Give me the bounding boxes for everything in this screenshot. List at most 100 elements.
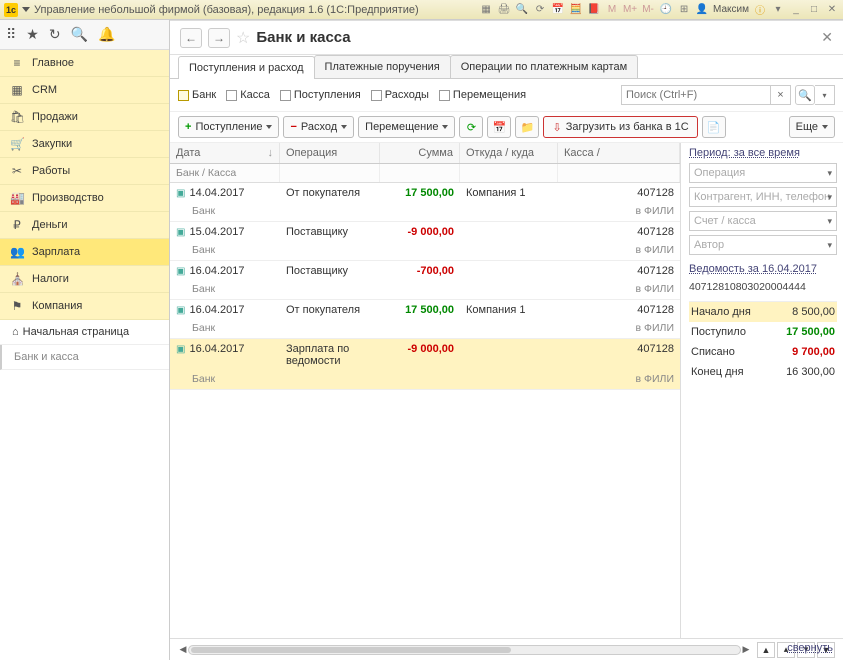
nav-main[interactable]: ≡Главное xyxy=(0,50,169,77)
nav-money[interactable]: ₽Деньги xyxy=(0,212,169,239)
minimize-icon[interactable]: _ xyxy=(789,3,803,17)
toolbar-letter-icon[interactable]: M xyxy=(605,3,619,17)
col-where[interactable]: Откуда / куда xyxy=(460,143,558,163)
contractor-filter-select[interactable]: Контрагент, ИНН, телефон xyxy=(689,187,837,207)
grid-top-button[interactable]: ▲ xyxy=(757,642,775,658)
nav-crm[interactable]: ▦CRM xyxy=(0,77,169,104)
chk-label: Банк xyxy=(192,89,216,101)
author-filter-select[interactable]: Автор xyxy=(689,235,837,255)
filter-bank-checkbox[interactable]: Банк xyxy=(178,89,216,101)
filter-cash-checkbox[interactable]: Касса xyxy=(226,89,270,101)
app-logo-icon: 1c xyxy=(4,3,18,17)
close-page-icon[interactable]: ✕ xyxy=(821,29,833,46)
table-row[interactable]: ▣16.04.2017От покупателя17 500,00Компани… xyxy=(170,300,680,339)
sort-down-icon: ↓ xyxy=(268,147,274,159)
toolbar-icon[interactable]: ⟳ xyxy=(533,3,547,17)
export-button[interactable]: 📄 xyxy=(702,116,726,138)
col-sum[interactable]: Сумма xyxy=(380,143,460,163)
nav-taxes[interactable]: ⛪Налоги xyxy=(0,266,169,293)
side-panel: Период: за все время Операция Контрагент… xyxy=(681,143,843,638)
close-icon[interactable]: ✕ xyxy=(825,3,839,17)
summary-row: Списано9 700,00 xyxy=(689,342,837,362)
col-operation[interactable]: Операция xyxy=(280,143,380,163)
nav-salary[interactable]: 👥Зарплата xyxy=(0,239,169,266)
app-menu-dropdown-icon[interactable] xyxy=(22,7,30,12)
refresh-button[interactable]: ⟳ xyxy=(459,116,483,138)
account-number: 40712810803020004444 xyxy=(689,281,837,293)
subnav-bank[interactable]: Банк и касса xyxy=(0,345,169,370)
nav-works[interactable]: ✂Работы xyxy=(0,158,169,185)
tab-card-ops[interactable]: Операции по платежным картам xyxy=(450,55,638,78)
expense-button[interactable]: −Расход xyxy=(283,116,354,138)
toolbar-icon[interactable]: 🔍 xyxy=(515,3,529,17)
horizontal-scrollbar[interactable] xyxy=(188,645,741,655)
table-row[interactable]: ▣16.04.2017Поставщику-700,00407128Банкв … xyxy=(170,261,680,300)
table-row[interactable]: ▣16.04.2017Зарплата по ведомости-9 000,0… xyxy=(170,339,680,390)
folder-button[interactable]: 📁 xyxy=(515,116,539,138)
nav-production[interactable]: 🏭Производство xyxy=(0,185,169,212)
table-row[interactable]: ▣14.04.2017От покупателя17 500,00Компани… xyxy=(170,183,680,222)
toolbar-letter-icon[interactable]: M+ xyxy=(623,3,637,17)
toolbar-icon[interactable]: 🧮 xyxy=(569,3,583,17)
chk-label: Расходы xyxy=(385,89,429,101)
filter-expense-checkbox[interactable]: Расходы xyxy=(371,89,429,101)
nav-company[interactable]: ⚑Компания xyxy=(0,293,169,320)
scroll-right-icon[interactable]: ▶ xyxy=(741,644,751,655)
col-account[interactable]: Касса / xyxy=(558,143,680,163)
filter-move-checkbox[interactable]: Перемещения xyxy=(439,89,526,101)
star-icon[interactable]: ★ xyxy=(26,26,39,43)
income-button[interactable]: +Поступление xyxy=(178,116,279,138)
nav-sales[interactable]: 🛍Продажи xyxy=(0,104,169,131)
apps-icon[interactable]: ⠿ xyxy=(6,26,16,43)
forward-button[interactable]: → xyxy=(208,28,230,48)
col-date[interactable]: Дата ↓ xyxy=(170,143,280,163)
scroll-left-icon[interactable]: ◀ xyxy=(178,644,188,655)
back-button[interactable]: ← xyxy=(180,28,202,48)
load-from-bank-button[interactable]: ⇩Загрузить из банка в 1С xyxy=(543,116,697,138)
bell-icon[interactable]: 🔔 xyxy=(98,26,115,43)
tab-income-expense[interactable]: Поступления и расход xyxy=(178,56,315,79)
maximize-icon[interactable]: □ xyxy=(807,3,821,17)
grid-body: ▣14.04.2017От покупателя17 500,00Компани… xyxy=(170,183,680,390)
filter-income-checkbox[interactable]: Поступления xyxy=(280,89,361,101)
more-button[interactable]: Еще xyxy=(789,116,835,138)
search-clear-button[interactable]: × xyxy=(771,85,791,105)
toolbar-icon[interactable]: 📕 xyxy=(587,3,601,17)
tab-payment-orders[interactable]: Платежные поручения xyxy=(314,55,451,78)
dropdown-icon[interactable]: ▾ xyxy=(771,3,785,17)
nav-purchase[interactable]: 🛒Закупки xyxy=(0,131,169,158)
search-input[interactable] xyxy=(621,85,771,105)
page-title: Банк и касса xyxy=(256,29,350,46)
toolbar-icon[interactable]: 📅 xyxy=(551,3,565,17)
titlebar: 1c Управление небольшой фирмой (базовая)… xyxy=(0,0,843,20)
toolbar: +Поступление −Расход Перемещение ⟳ 📅 📁 ⇩… xyxy=(170,112,843,143)
subnav-home[interactable]: ⌂Начальная страница xyxy=(0,320,169,345)
move-button[interactable]: Перемещение xyxy=(358,116,455,138)
table-row[interactable]: ▣15.04.2017Поставщику-9 000,00407128Банк… xyxy=(170,222,680,261)
upload-icon: ⇩ xyxy=(552,121,561,134)
statement-title-link[interactable]: Ведомость за 16.04.2017 xyxy=(689,263,837,275)
user-name[interactable]: Максим xyxy=(713,3,749,17)
favorite-star-icon[interactable]: ☆ xyxy=(236,28,250,48)
account-filter-select[interactable]: Счет / касса xyxy=(689,211,837,231)
help-icon[interactable]: ⓘ xyxy=(753,3,767,17)
operation-filter-select[interactable]: Операция xyxy=(689,163,837,183)
search-dropdown-button[interactable]: ▾ xyxy=(815,85,835,105)
document-icon: ▣ xyxy=(176,266,185,277)
collapse-link[interactable]: свернуть xyxy=(787,642,833,654)
period-link[interactable]: Период: за все время xyxy=(689,147,837,159)
toolbar-letter-icon[interactable]: M- xyxy=(641,3,655,17)
toolbar-icon[interactable]: ⊞ xyxy=(677,3,691,17)
toolbar-icon[interactable]: ▦ xyxy=(479,3,493,17)
user-icon[interactable]: 👤 xyxy=(695,3,709,17)
history-icon[interactable]: ↻ xyxy=(49,26,61,43)
flag-icon: ⚑ xyxy=(10,299,24,313)
filter-row: Банк Касса Поступления Расходы Перемещен… xyxy=(170,79,843,112)
search-icon[interactable]: 🔍 xyxy=(71,26,88,43)
summary-row: Начало дня8 500,00 xyxy=(689,302,837,322)
toolbar-icon[interactable]: 🕘 xyxy=(659,3,673,17)
toolbar-icon[interactable]: 🖨 xyxy=(497,3,511,17)
search-find-button[interactable]: 🔍 xyxy=(795,85,815,105)
grid-subheader: Банк / Касса xyxy=(170,164,680,183)
calendar-button[interactable]: 📅 xyxy=(487,116,511,138)
